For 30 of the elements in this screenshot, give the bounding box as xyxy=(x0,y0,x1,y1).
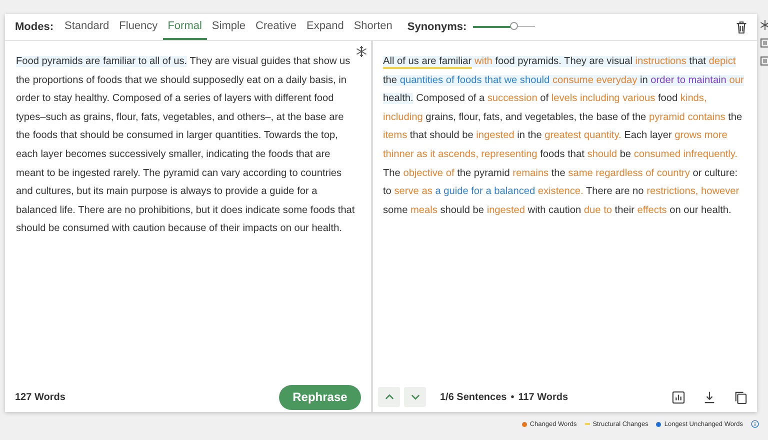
modes-label: Modes: xyxy=(15,21,54,33)
synonyms-label: Synonyms: xyxy=(407,21,467,33)
mode-tab[interactable]: Simple xyxy=(206,14,251,40)
word-count: 127 Words xyxy=(15,392,66,402)
sentence-count: 1/6 Sentences xyxy=(440,392,507,402)
word-count: 117 Words xyxy=(518,392,568,402)
separator-dot: • xyxy=(510,392,514,402)
chevron-down-icon xyxy=(410,394,420,400)
snowflake-icon[interactable] xyxy=(356,46,367,57)
output-paragraph[interactable]: All of us are familiar with food pyramids. They are visual instructions that depict the quantities of foods that we should consume everyday in order to maintain our health. Composed of a succession of levels including various food kinds, including grains, flour, fats, and vegetables, the base of the pyramid contains the items that should be ingested in the greatest quantity. Each layer grows more thinner as it ascends, representing foods that should be consumed infrequently. The objective of the pyramid remains the same regardless of country or culture: to serve as a guide for a balanced existence. There are no restrictions, however some meals should be ingested with caution due to their effects on our health. xyxy=(383,53,746,220)
chevron-up-icon xyxy=(384,394,394,400)
download-icon[interactable] xyxy=(703,390,716,404)
info-icon[interactable] xyxy=(751,420,759,428)
mode-tab[interactable]: Fluency xyxy=(114,14,163,40)
next-sentence-button[interactable] xyxy=(404,387,426,407)
document-icon[interactable] xyxy=(760,56,768,66)
mode-tab[interactable]: Shorten xyxy=(348,14,398,40)
snowflake-icon[interactable] xyxy=(760,20,768,30)
chart-icon[interactable] xyxy=(672,390,685,404)
mode-tab[interactable]: Creative xyxy=(250,14,302,40)
mode-tab[interactable]: Expand xyxy=(302,14,349,40)
previous-sentence-button[interactable] xyxy=(378,387,400,407)
mode-tab[interactable]: Standard xyxy=(60,14,114,40)
input-paragraph[interactable]: Food pyramids are familiar to all of us. They are visual guides that show us the proportions of foods that we should supposedly eat on a daily basis, in order to stay healthy. Composed of a series of layers with different food types–such as grains, flour, fats, vegetables, and others–, at the base are the foods that should be consumed in larger quantities. Towards the top, each layer becomes successively smaller, indicating the foods that are meant to be ingested rarely. The pyramid can vary according to countries and cultures, but its main purpose is always to provide a guide for a balanced life. There are no prohibitions, but it does indicate some foods that should be consumed with caution because of their impacts on our health. xyxy=(16,53,360,239)
copy-icon[interactable] xyxy=(734,390,747,404)
synonyms-slider[interactable] xyxy=(472,22,535,32)
mode-tab[interactable]: Formal xyxy=(162,14,207,40)
document-icon[interactable] xyxy=(760,38,768,48)
delete-icon[interactable] xyxy=(736,20,747,34)
rephrase-button[interactable]: Rephrase xyxy=(279,384,361,410)
